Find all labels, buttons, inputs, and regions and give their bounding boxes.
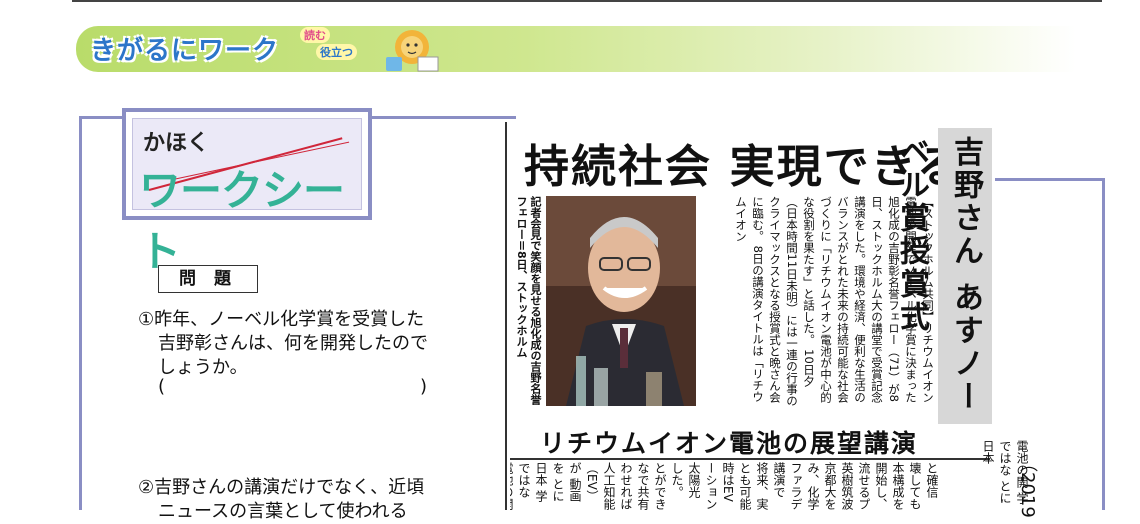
worksheet-big-title: ワークシート [139,166,345,276]
portrait-photo [546,196,696,406]
year-note: （2019 [1017,454,1038,518]
tag-use: 役立つ [316,44,357,60]
article-subhead: リチウムイオン電池の展望講演 [540,429,919,458]
frame-right-top [995,178,1105,181]
top-rule [72,0,1102,2]
vertical-headline: 吉野さん あすノーベル賞授賞式 [894,128,992,424]
question-1-line-3: しょうか。 [158,357,248,378]
question-2-line-1: ②吉野さんの講演だけでなく、近頃 [138,477,425,498]
question-1-line-2: 吉野彰さんは、何を開発したので [158,333,428,354]
tag-read: 読む [300,27,330,43]
banner-title: きがるにワーク [90,36,280,66]
question-1-line-1: ①昨年、ノーベル化学賞を受賞した [138,309,425,330]
questions-header: 問 題 [158,265,258,293]
question-2-line-2: ニュースの言葉として使われる [158,501,408,522]
article-body-lower: と確信 壊しても 本構成を 開始し、 流せるプ 英樹筑波 京都大を み、化学 フ… [510,462,939,510]
blank-close: ) [420,376,428,397]
worksheet-logo: かほく ワークシート [122,108,372,276]
blank-open: ( [158,376,166,397]
frame-right-side [1102,178,1105,510]
lion-mascot-icon [386,30,439,72]
subhead-rule [510,458,990,460]
photo-caption: 記者会見で笑顔を見せる旭化成の吉野名誉フェロー＝8日、ストックホルム [515,196,542,405]
worksheet-small-title: かほく [143,131,210,156]
article-body: 【ストックホルム共同】リチウムイオン電池の開発でノーベル化学賞に決まった旭化成の… [734,196,935,407]
article-rule [505,122,507,510]
